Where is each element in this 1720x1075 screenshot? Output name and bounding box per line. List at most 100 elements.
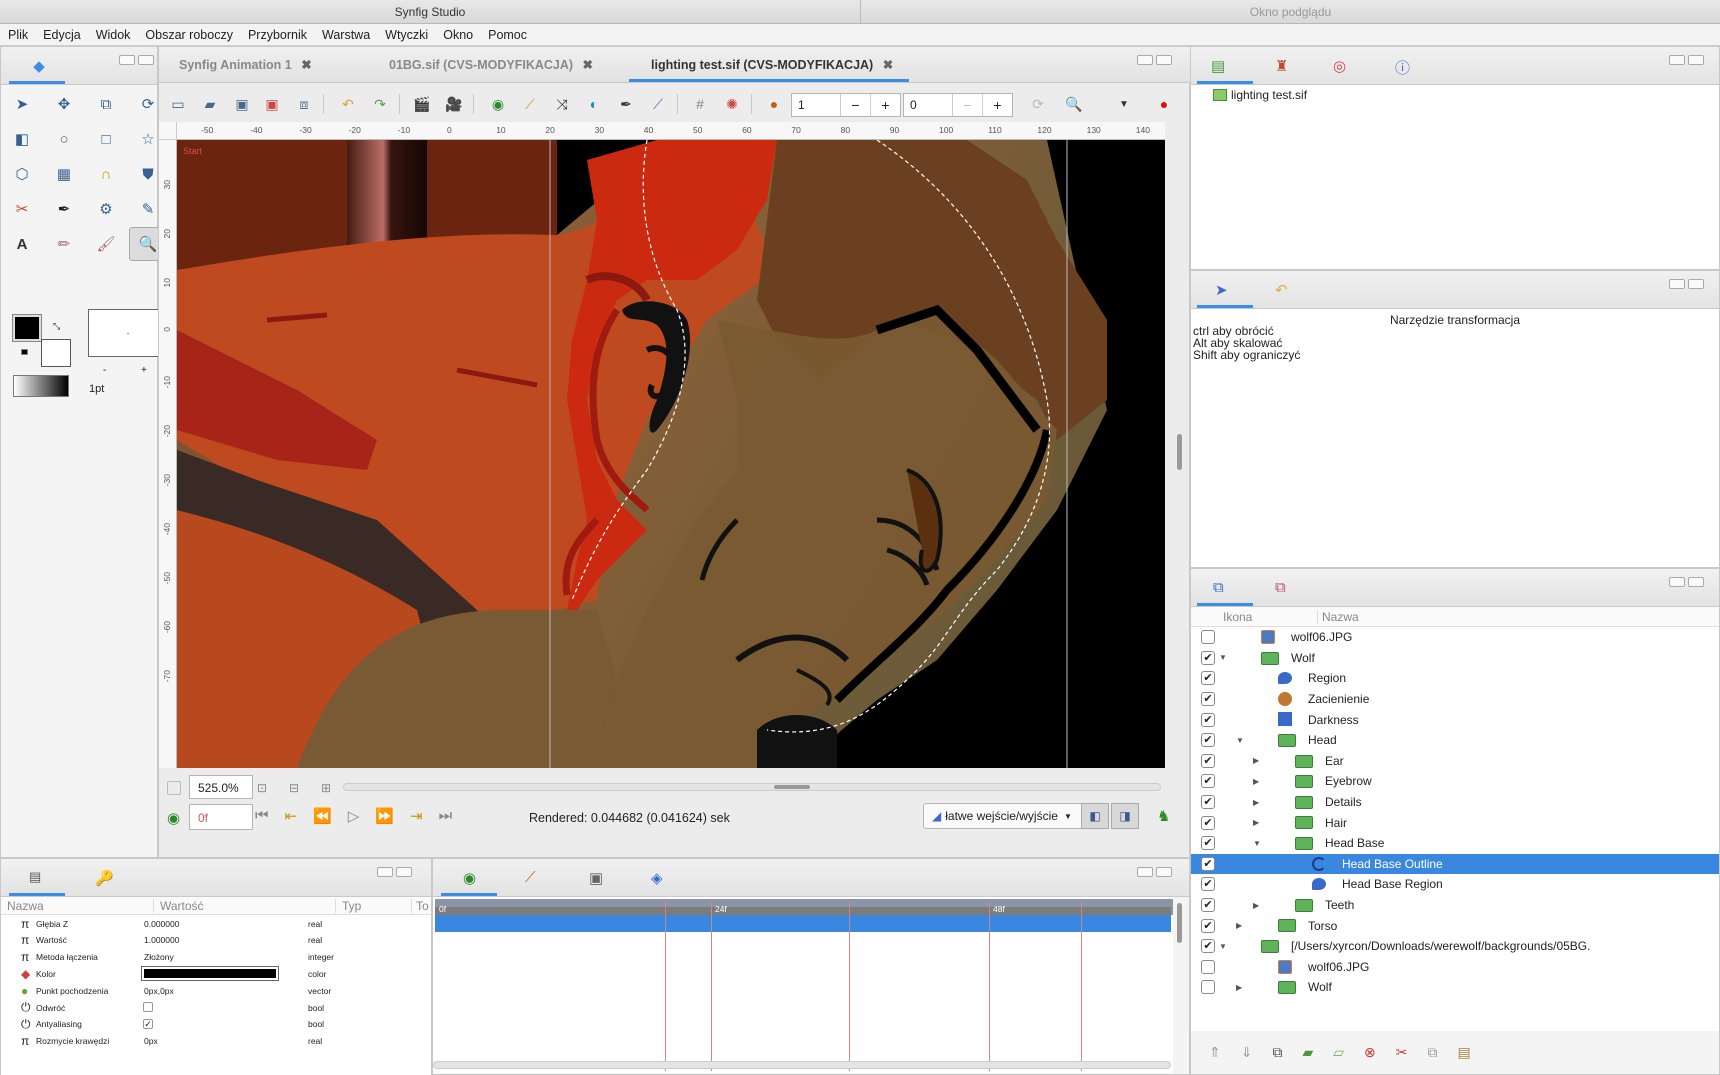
canvas-viewport[interactable]: Start (177, 140, 1165, 768)
param-value[interactable]: Złożony (144, 952, 174, 962)
prev-frame-icon[interactable]: ⏪ (313, 807, 332, 825)
expander-icon[interactable]: ▶ (1253, 901, 1259, 910)
layer-row[interactable]: ✔ ▶ Hair (1191, 812, 1719, 833)
spin-minus-button[interactable]: − (840, 94, 870, 116)
future-keyframes-lock-button[interactable]: ◨ (1111, 803, 1139, 829)
close-tab-icon[interactable]: ✖ (583, 58, 593, 72)
timetrack-selected-row[interactable] (435, 915, 1171, 932)
swap-colors-icon[interactable]: ⤡ (53, 321, 60, 332)
layer-visibility-checkbox[interactable]: ✔ (1201, 877, 1215, 892)
panel-window-buttons[interactable] (1669, 279, 1704, 289)
layer-visibility-checkbox[interactable]: ✔ (1201, 918, 1215, 933)
panel-window-buttons[interactable] (1669, 55, 1704, 65)
radius-handles-icon[interactable]: ◐ (583, 94, 605, 114)
bone-tool-icon[interactable]: ⚙ (93, 196, 119, 222)
cut-icon[interactable]: ✂ (1396, 1044, 1408, 1061)
sets-tab-icon[interactable]: ⧉ (1275, 579, 1295, 597)
param-value[interactable]: 0px,0px (144, 986, 174, 996)
layer-row[interactable]: ✔ Region (1191, 668, 1719, 689)
layer-visibility-checkbox[interactable]: ✔ (1201, 671, 1215, 686)
fill-color-swatch[interactable] (41, 339, 71, 367)
time-ruler[interactable]: 0f 24f 48f (435, 899, 1173, 915)
layer-row[interactable]: ✔ ▼ Head Base (1191, 833, 1719, 854)
param-row[interactable]: ⏻ Antyaliasing ✓ bool (1, 1016, 431, 1033)
layer-visibility-checkbox[interactable]: ✔ (1201, 939, 1215, 954)
gradient-swatch[interactable] (13, 375, 69, 397)
tab-01bg[interactable]: 01BG.sif (CVS-MODYFIKACJA) ✖ (389, 57, 593, 72)
expander-icon[interactable]: ▼ (1219, 653, 1227, 662)
seek-end-icon[interactable]: ⏭ (439, 807, 453, 825)
layer-visibility-checkbox[interactable]: ✔ (1201, 898, 1215, 913)
column-header-value[interactable]: Wartość (153, 899, 204, 913)
play-icon[interactable]: ▷ (348, 807, 360, 825)
reset-colors-icon[interactable] (21, 349, 28, 355)
layer-visibility-checkbox[interactable]: ✔ (1201, 753, 1215, 768)
column-header-icon[interactable]: Ikona (1223, 610, 1252, 624)
tangent-handles-icon[interactable]: ⤨ (551, 94, 573, 114)
polygon-tool-icon[interactable]: ⬡ (9, 161, 35, 187)
snap-grid-icon[interactable]: ✺ (721, 94, 743, 114)
menu-plik[interactable]: Plik (8, 28, 28, 42)
panel-window-buttons[interactable] (377, 867, 412, 877)
scale-tool-icon[interactable]: ⧉ (93, 91, 119, 117)
duplicate-layer-icon[interactable]: ⧉ (1272, 1044, 1282, 1061)
layer-visibility-checkbox[interactable]: ✔ (1201, 733, 1215, 748)
brush-tool-icon[interactable]: 🖌 (93, 231, 119, 257)
lower-layer-icon[interactable]: ⇓ (1241, 1044, 1253, 1061)
menu-edycja[interactable]: Edycja (43, 28, 81, 42)
spin-plus-button[interactable]: + (982, 94, 1012, 116)
layer-visibility-checkbox[interactable]: ✔ (1201, 692, 1215, 707)
smooth-move-tool-icon[interactable]: ✥ (51, 91, 77, 117)
param-checkbox[interactable] (143, 1002, 153, 1012)
redo-icon[interactable]: ↷ (369, 94, 391, 114)
column-header-type[interactable]: Typ (335, 899, 361, 913)
render-icon[interactable]: 🎬 (411, 94, 433, 114)
menu-pomoc[interactable]: Pomoc (488, 28, 527, 42)
gradient-tool-icon[interactable]: ▦ (51, 161, 77, 187)
expander-icon[interactable]: ▶ (1253, 777, 1259, 786)
layer-visibility-checkbox[interactable]: ✔ (1201, 795, 1215, 810)
layer-row[interactable]: ✔ ▼ Head (1191, 730, 1719, 751)
param-value[interactable]: 0px (144, 1036, 158, 1046)
new-file-icon[interactable]: ▭ (167, 94, 189, 114)
timetrack-tab-icon[interactable]: ◉ (463, 869, 483, 887)
layer-row[interactable]: ✔ ▼ [/Users/xyrcon/Downloads/werewolf/back… (1191, 936, 1719, 957)
close-tab-icon[interactable]: ✖ (883, 58, 893, 72)
width-increase-button[interactable]: + (141, 365, 147, 376)
layer-row[interactable]: ✔ ▼ Wolf (1191, 648, 1719, 669)
dropdown-arrow-icon[interactable]: ▼ (1113, 94, 1135, 114)
tool-options-tab-icon[interactable]: ➤ (1215, 281, 1235, 299)
expander-icon[interactable]: ▼ (1253, 839, 1261, 848)
menu-okno[interactable]: Okno (443, 28, 473, 42)
library-tab-icon[interactable]: ♜ (1275, 57, 1295, 75)
onion-skin-icon[interactable]: ● (763, 94, 785, 114)
timetrack-scrollbar[interactable] (433, 1061, 1171, 1069)
next-frame-icon[interactable]: ⏩ (375, 807, 394, 825)
ungroup-layer-icon[interactable]: ▱ (1333, 1044, 1344, 1061)
past-keyframes-lock-button[interactable]: ◧ (1081, 803, 1109, 829)
open-file-icon[interactable]: ▰ (199, 94, 221, 114)
layers-tab-icon[interactable]: ⧉ (1213, 579, 1233, 597)
expander-icon[interactable]: ▶ (1253, 756, 1259, 765)
expander-icon[interactable]: ▼ (1236, 736, 1244, 745)
save-as-icon[interactable]: ▣ (261, 94, 283, 114)
menu-warstwa[interactable]: Warstwa (322, 28, 370, 42)
horizontal-scrollbar[interactable] (343, 783, 1161, 791)
record-animation-icon[interactable]: ● (1153, 94, 1175, 114)
seek-begin-icon[interactable]: ⏮ (255, 807, 269, 825)
close-tab-icon[interactable]: ✖ (301, 58, 311, 72)
layer-visibility-checkbox[interactable]: ✔ (1201, 650, 1215, 665)
param-row[interactable]: π Wartość 1.000000 real (1, 932, 431, 949)
spin-minus-button[interactable]: − (952, 94, 982, 116)
param-row[interactable]: ◆ Kolor color (1, 965, 431, 982)
spin-plus-button[interactable]: + (870, 94, 900, 116)
layer-visibility-checkbox[interactable]: ✔ (1201, 774, 1215, 789)
sketch-tool-icon[interactable]: ✏ (51, 231, 77, 257)
panel-window-buttons[interactable] (119, 55, 154, 65)
spin-value[interactable]: 0 (904, 94, 952, 116)
refresh-icon[interactable]: ⟳ (1027, 94, 1049, 114)
column-header-name[interactable]: Nazwa (7, 899, 44, 913)
layer-visibility-checkbox[interactable] (1201, 980, 1215, 995)
tab-lighting-test[interactable]: lighting test.sif (CVS-MODYFIKACJA) ✖ (651, 57, 893, 72)
zoom-out-icon[interactable]: ⊟ (289, 781, 299, 795)
